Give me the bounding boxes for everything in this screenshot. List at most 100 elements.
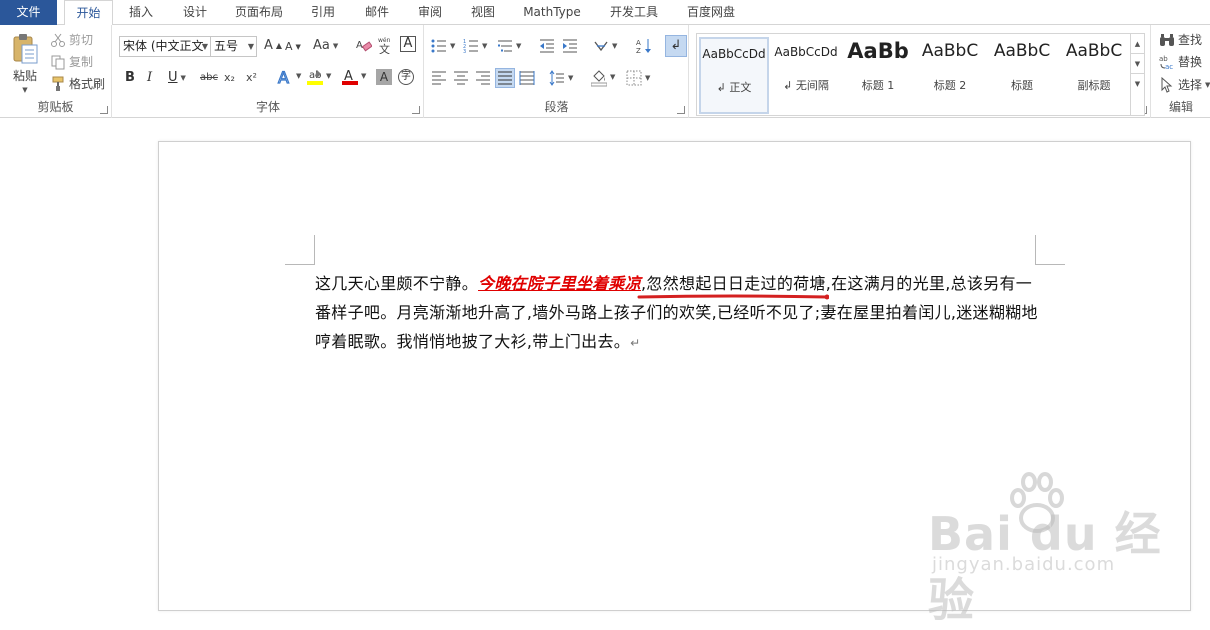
document-workspace: 这几天心里颇不宁静。今晚在院子里坐着乘凉,忽然想起日日走过的荷塘,在这满月的光里… <box>0 119 1210 611</box>
character-border-button[interactable]: A <box>400 36 416 52</box>
text-effects-button[interactable]: A ▼ <box>277 67 301 87</box>
bold-button[interactable]: B <box>125 70 135 85</box>
chevron-down-icon: ▼ <box>361 72 367 80</box>
character-border-icon: A <box>400 36 416 52</box>
clear-formatting-button[interactable]: A <box>356 37 373 53</box>
tab-home[interactable]: 开始 <box>64 0 113 26</box>
multilevel-list-button[interactable]: ▼ <box>497 38 521 54</box>
shading-button[interactable]: ▼ <box>590 69 616 87</box>
chevron-down-icon: ▼ <box>482 42 488 50</box>
style-subtitle[interactable]: AaBbC 副标题 <box>1059 37 1129 114</box>
tab-developer[interactable]: 开发工具 <box>602 0 666 25</box>
format-painter-button[interactable]: 格式刷 <box>50 75 105 92</box>
tab-insert[interactable]: 插入 <box>121 0 161 25</box>
chevron-down-icon: ▼ <box>247 42 254 51</box>
margin-corner-top-right <box>1035 235 1065 265</box>
paste-button[interactable]: 粘贴 ▼ <box>8 33 42 94</box>
paint-bucket-icon <box>590 69 608 87</box>
phonetic-guide-button[interactable]: wén 文 <box>377 36 393 56</box>
borders-button[interactable]: ▼ <box>626 70 650 86</box>
chevron-down-icon: ▼ <box>1205 80 1210 89</box>
svg-text:A: A <box>278 68 289 86</box>
font-name-combo[interactable]: 宋体 (中文正文 ▼ <box>119 36 211 57</box>
gallery-more-button[interactable]: ▼ <box>1131 74 1144 94</box>
font-color-icon: A <box>342 68 358 85</box>
shrink-font-button[interactable]: A ▼ <box>285 40 301 53</box>
justify-button[interactable] <box>495 68 515 88</box>
style-preview: AaBbCcDd <box>774 45 838 59</box>
gallery-down-button[interactable]: ▼ <box>1131 54 1144 74</box>
character-shading-button[interactable]: A <box>376 69 392 85</box>
highlight-color-button[interactable]: ab ▼ <box>307 68 332 85</box>
style-name: ↲ 无间隔 <box>783 79 829 92</box>
style-heading-1[interactable]: AaBb 标题 1 <box>843 37 913 114</box>
copy-button[interactable]: 复制 <box>50 53 93 70</box>
style-heading-2[interactable]: AaBbC 标题 2 <box>915 37 985 114</box>
document-body[interactable]: 这几天心里颇不宁静。今晚在院子里坐着乘凉,忽然想起日日走过的荷塘,在这满月的光里… <box>315 269 1039 358</box>
distributed-button[interactable] <box>519 70 535 86</box>
italic-button[interactable]: I <box>147 70 152 85</box>
font-group-label: 字体 <box>255 100 280 114</box>
styles-gallery-scroll: ▲ ▼ ▼ <box>1130 34 1144 115</box>
tab-mailings[interactable]: 邮件 <box>357 0 397 25</box>
sort-button[interactable]: AZ <box>636 37 652 55</box>
justify-icon <box>497 70 513 86</box>
align-center-button[interactable] <box>453 70 469 86</box>
tab-mathtype[interactable]: MathType <box>516 0 588 25</box>
style-no-spacing[interactable]: AaBbCcDd ↲ 无间隔 <box>771 37 841 114</box>
underline-button[interactable]: U ▼ <box>168 70 186 85</box>
tab-baidu-netdisk[interactable]: 百度网盘 <box>679 0 743 25</box>
shrink-font-icon: A <box>285 40 293 53</box>
strikethrough-button[interactable]: abc <box>200 72 218 83</box>
replace-button[interactable]: ab ac 替换 <box>1159 53 1202 71</box>
tab-references[interactable]: 引用 <box>303 0 343 25</box>
font-size-combo[interactable]: 五号 ▼ <box>210 36 257 57</box>
asian-layout-button[interactable]: ▼ <box>593 38 617 54</box>
gallery-up-button[interactable]: ▲ <box>1131 34 1144 54</box>
subscript-button[interactable]: x₂ <box>224 71 235 84</box>
align-right-button[interactable] <box>475 70 491 86</box>
paintbrush-icon <box>50 76 66 92</box>
chevron-down-icon: ▼ <box>326 72 332 80</box>
style-title[interactable]: AaBbC 标题 <box>987 37 1057 114</box>
bullets-button[interactable]: ▼ <box>431 38 455 54</box>
document-page[interactable]: 这几天心里颇不宁静。今晚在院子里坐着乘凉,忽然想起日日走过的荷塘,在这满月的光里… <box>158 141 1191 611</box>
tab-design[interactable]: 设计 <box>175 0 215 25</box>
numbering-button[interactable]: 123 ▼ <box>463 38 488 55</box>
chevron-down-icon: ▼ <box>201 42 208 51</box>
find-button[interactable]: 查找 <box>1159 31 1202 48</box>
cut-button[interactable]: 剪切 <box>50 31 93 48</box>
ribbon-tabs: 文件 开始 插入 设计 页面布局 引用 邮件 审阅 视图 MathType 开发… <box>0 0 1210 26</box>
font-color-button[interactable]: A ▼ <box>342 68 367 85</box>
align-right-icon <box>475 70 491 86</box>
superscript-button[interactable]: x² <box>246 71 257 84</box>
chevron-down-icon: ▼ <box>645 74 651 82</box>
select-button[interactable]: 选择 ▼ <box>1159 76 1210 93</box>
tab-page-layout[interactable]: 页面布局 <box>228 0 290 25</box>
tab-view[interactable]: 视图 <box>463 0 503 25</box>
multilevel-list-icon <box>497 38 513 54</box>
clipboard-dialog-launcher[interactable] <box>100 106 108 114</box>
chevron-down-icon: ▼ <box>610 73 616 81</box>
change-case-button[interactable]: Aa ▼ <box>313 38 338 53</box>
style-preview: AaBbC <box>993 41 1051 61</box>
borders-icon <box>626 70 642 86</box>
grow-font-button[interactable]: A ▲ <box>264 38 282 53</box>
copy-label: 复制 <box>69 55 94 69</box>
cut-label: 剪切 <box>69 33 94 47</box>
asian-layout-icon <box>593 38 609 54</box>
decrease-indent-button[interactable] <box>539 38 555 54</box>
paragraph-mark: ↵ <box>630 336 641 350</box>
align-left-button[interactable] <box>431 70 447 86</box>
paragraph-dialog-launcher[interactable] <box>677 106 685 114</box>
line-spacing-button[interactable]: ▼ <box>549 70 573 86</box>
increase-indent-button[interactable] <box>562 38 578 54</box>
style-normal[interactable]: AaBbCcDd ↲ 正文 <box>699 37 769 114</box>
tab-file[interactable]: 文件 <box>0 0 57 25</box>
tab-review[interactable]: 审阅 <box>410 0 450 25</box>
margin-corner-top-left <box>285 235 315 265</box>
font-dialog-launcher[interactable] <box>412 106 420 114</box>
enclose-characters-button[interactable]: 字 <box>398 69 414 85</box>
highlighted-text: 今晚在院子里坐着乘凉 <box>478 274 642 293</box>
show-formatting-marks-button[interactable]: ↲ <box>665 35 687 57</box>
